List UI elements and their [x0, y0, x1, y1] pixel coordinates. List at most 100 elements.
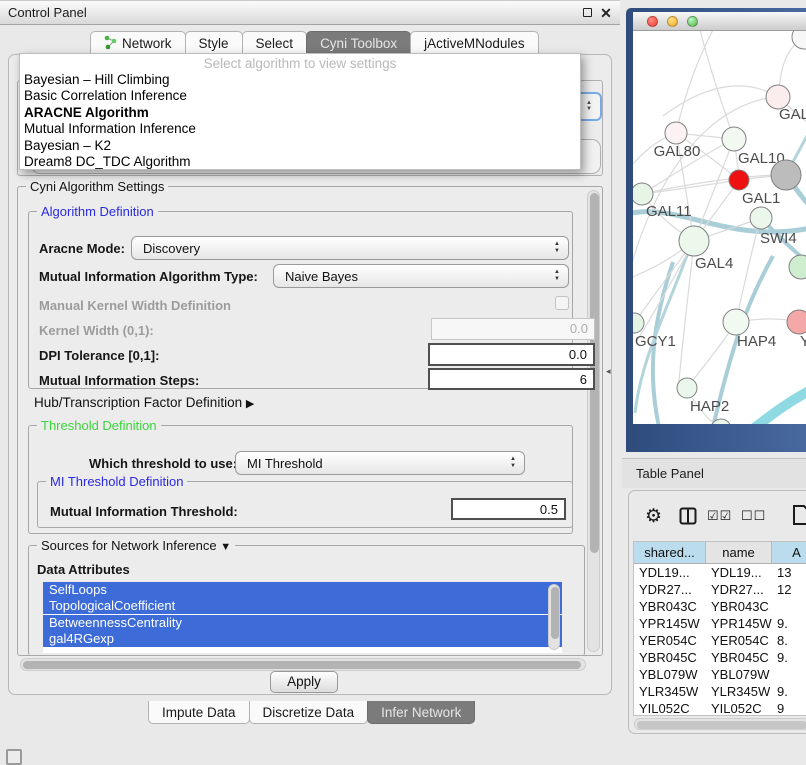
tab-network[interactable]: Network [90, 31, 186, 55]
settings-horizontal-scrollbar[interactable] [20, 658, 586, 671]
table-cell: YLR345W [634, 683, 706, 700]
network-node-gal80[interactable] [665, 122, 687, 144]
network-canvas[interactable]: GALGAL80GAL10GAL1GAL11GAL4SWI4GCY1HAP4YH… [633, 31, 806, 424]
node-label-gal4: GAL4 [695, 255, 733, 272]
network-node-swi4[interactable] [750, 207, 772, 229]
table-header-row: shared...nameA [634, 542, 806, 564]
table-row[interactable]: YDR27...YDR27...12 [634, 581, 806, 598]
mi-threshold-field[interactable]: 0.5 [451, 498, 566, 520]
table-row[interactable]: YPR145WYPR145W9. [634, 615, 806, 632]
tab-cyni-toolbox[interactable]: Cyni Toolbox [306, 31, 411, 55]
network-node-gal11[interactable] [633, 183, 653, 205]
network-node-gal10[interactable] [722, 127, 746, 151]
attribute-item-gal4rgexp[interactable]: gal4RGexp [43, 631, 562, 647]
algorithm-option-aracne-algorithm[interactable]: ARACNE Algorithm [20, 105, 580, 121]
node-label-gal-top: GAL [779, 106, 806, 123]
tab-label: Network [122, 36, 172, 51]
attributes-scrollbar-thumb[interactable] [551, 587, 559, 639]
network-node-green-right[interactable] [789, 255, 806, 279]
network-window-titlebar[interactable] [633, 12, 806, 31]
network-node-gcy1[interactable] [633, 313, 644, 333]
aracne-mode-combo[interactable]: Discovery ▲▼ [131, 236, 569, 260]
split-columns-icon[interactable] [679, 507, 697, 525]
table-row[interactable]: YIL052CYIL052C9 [634, 700, 806, 716]
control-panel-titlebar: Control Panel ✕ [0, 1, 620, 25]
tab-label: Infer Network [381, 705, 461, 720]
apply-button[interactable]: Apply [270, 671, 338, 693]
gear-icon[interactable]: ⚙ [645, 505, 662, 528]
node-label-hap4: HAP4 [737, 333, 776, 350]
sources-group-title[interactable]: Sources for Network Inference ▼ [37, 538, 235, 553]
algorithm-option-bayesian-hill-climbing[interactable]: Bayesian – Hill Climbing [20, 72, 580, 88]
network-node-pink-right[interactable] [787, 310, 806, 334]
threshold-definition-title: Threshold Definition [37, 418, 161, 433]
node-label-gcy1: GCY1 [635, 333, 676, 350]
manual-kernel-checkbox[interactable] [555, 296, 569, 310]
table-row[interactable]: YLR345WYLR345W9. [634, 683, 806, 700]
settings-vertical-scrollbar[interactable] [587, 190, 600, 652]
table-horizontal-scrollbar[interactable] [634, 718, 806, 730]
algorithm-option-basic-correlation-inference[interactable]: Basic Correlation Inference [20, 88, 580, 104]
table-cell: YER054C [706, 632, 772, 649]
panel-splitter-arrow[interactable]: ◂ [606, 366, 611, 377]
document-icon[interactable] [791, 504, 806, 526]
table-cell: YBR045C [634, 649, 706, 666]
close-traffic-light[interactable] [647, 16, 658, 27]
mi-steps-field[interactable]: 6 [428, 368, 595, 390]
table-cell: YBR043C [706, 598, 772, 615]
network-node-gal1[interactable] [729, 170, 749, 190]
table-row[interactable]: YBR043CYBR043C [634, 598, 806, 615]
table-row[interactable]: YER054CYER054C8. [634, 632, 806, 649]
tab-infer-network[interactable]: Infer Network [367, 701, 475, 724]
minimize-traffic-light[interactable] [667, 16, 678, 27]
tab-label: Cyni Toolbox [320, 36, 397, 51]
tab-impute-data[interactable]: Impute Data [148, 701, 250, 724]
tab-jactivemnodules[interactable]: jActiveMNodules [410, 31, 539, 55]
attribute-item-topologicalcoefficient[interactable]: TopologicalCoefficient [43, 598, 562, 614]
which-threshold-combo[interactable]: MI Threshold ▲▼ [235, 451, 525, 475]
table-cell: YDR27... [634, 581, 706, 598]
data-attributes-label: Data Attributes [37, 562, 130, 577]
dpi-tolerance-field[interactable]: 0.0 [428, 343, 595, 366]
tab-select[interactable]: Select [242, 31, 308, 55]
kernel-width-field[interactable]: 0.0 [431, 318, 595, 340]
column-header-name[interactable]: name [706, 542, 772, 564]
minimized-panel-icon[interactable] [6, 749, 22, 765]
float-window-icon[interactable] [580, 6, 594, 20]
network-node-hap4[interactable] [723, 309, 749, 335]
attributes-scrollbar[interactable] [548, 584, 560, 650]
table-row[interactable]: YDL19...YDL19...13 [634, 564, 806, 581]
mi-threshold-group-title: MI Threshold Definition [46, 474, 187, 489]
network-node-hap2[interactable] [677, 378, 697, 398]
threshold-definition-group: Threshold Definition Which threshold to … [28, 425, 573, 534]
algorithm-dropdown-placeholder: Select algorithm to view settings [20, 54, 580, 72]
tab-discretize-data[interactable]: Discretize Data [249, 701, 369, 724]
network-node-gray-node[interactable] [771, 160, 801, 190]
settings-hscrollbar-thumb[interactable] [23, 661, 581, 669]
algorithm-option-mutual-information-inference[interactable]: Mutual Information Inference [20, 121, 580, 137]
algorithm-definition-group: Algorithm Definition Aracne Mode: Discov… [28, 211, 573, 389]
attribute-item-selfloops[interactable]: SelfLoops [43, 582, 562, 598]
table-hscrollbar-thumb[interactable] [637, 721, 806, 729]
table-row[interactable]: YBL079WYBL079W [634, 666, 806, 683]
algorithm-option-dream8-dc-tdc-algorithm[interactable]: Dream8 DC_TDC Algorithm [20, 154, 580, 170]
table-cell: YPR145W [634, 615, 706, 632]
close-icon[interactable]: ✕ [599, 6, 613, 20]
node-attribute-table: shared...nameA YDL19...YDL19...13YDR27..… [633, 541, 806, 716]
column-header-a[interactable]: A [772, 542, 806, 564]
table-row[interactable]: YBR045CYBR045C9. [634, 649, 806, 666]
mi-type-combo[interactable]: Naive Bayes ▲▼ [273, 264, 569, 288]
maximize-traffic-light[interactable] [687, 16, 698, 27]
table-cell: YBL079W [706, 666, 772, 683]
column-header-shared[interactable]: shared... [634, 542, 706, 564]
node-label-swi4: SWI4 [760, 230, 797, 247]
algorithm-option-bayesian-k2[interactable]: Bayesian – K2 [20, 138, 580, 154]
table-cell: 9 [772, 700, 806, 716]
which-threshold-label: Which threshold to use: [89, 456, 237, 471]
checked-pair-icon[interactable]: ☑☑ [707, 508, 732, 524]
unchecked-pair-icon[interactable]: ☐☐ [741, 508, 766, 524]
attribute-item-betweennesscentrality[interactable]: BetweennessCentrality [43, 615, 562, 631]
network-node-gal4[interactable] [679, 226, 709, 256]
tab-style[interactable]: Style [185, 31, 243, 55]
hub-definition-expander[interactable]: Hub/Transcription Factor Definition ▶ [34, 395, 254, 410]
